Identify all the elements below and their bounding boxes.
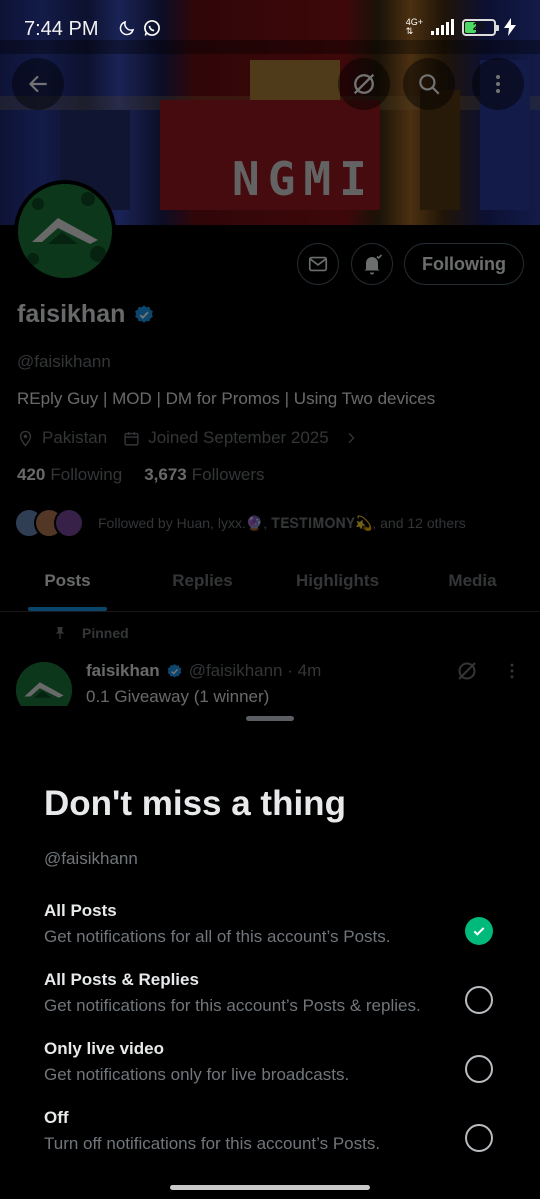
verified-badge-icon	[167, 663, 182, 678]
radio-unselected[interactable]	[465, 1124, 493, 1152]
location-icon	[19, 430, 32, 447]
followers-label: Followers	[191, 465, 265, 484]
whatsapp-icon	[144, 20, 160, 36]
profile-name-row: faisikhan	[17, 300, 155, 329]
option-all-posts-replies[interactable]: All Posts & Replies Get notifications fo…	[0, 970, 540, 1032]
signal-icon	[431, 19, 454, 35]
following-button[interactable]: Following	[404, 243, 524, 285]
network-indicator: 4G+ ⇅	[406, 18, 423, 36]
message-button[interactable]	[297, 243, 339, 285]
radio-unselected[interactable]	[465, 986, 493, 1014]
followed-by[interactable]: Followed by Huan, lyxx.🔮, 𝐓𝐄𝐒𝐓𝐈𝐌𝐎𝐍𝐘💫, an…	[14, 508, 466, 538]
screen: NGMI Following faisikhan @faisikhann REp…	[0, 0, 540, 1199]
following-stat[interactable]: 420 Following	[17, 465, 122, 485]
post-author[interactable]: faisikhan	[86, 661, 160, 681]
status-left-icons	[118, 18, 162, 38]
tab-posts[interactable]: Posts	[0, 560, 135, 611]
profile-joined: Joined September 2025	[148, 428, 329, 447]
status-time: 7:44 PM	[24, 18, 99, 40]
search-icon	[419, 74, 440, 95]
option-desc: Turn off notifications for this account’…	[44, 1134, 381, 1153]
radio-selected[interactable]	[465, 917, 493, 945]
pinned-indicator: Pinned	[52, 625, 129, 641]
battery-level: 25	[472, 21, 486, 33]
option-only-live-video[interactable]: Only live video Get notifications only f…	[0, 1039, 540, 1101]
search-button[interactable]	[403, 58, 455, 110]
option-desc: Get notifications for all of this accoun…	[44, 927, 391, 946]
back-button[interactable]	[12, 58, 64, 110]
grok-icon[interactable]	[455, 659, 479, 683]
option-title: Off	[44, 1108, 69, 1127]
pinned-label: Pinned	[82, 625, 129, 641]
notifications-button[interactable]	[351, 243, 393, 285]
bell-check-icon	[364, 254, 383, 275]
option-title: All Posts & Replies	[44, 970, 199, 989]
following-label: Following	[50, 465, 123, 484]
mail-icon	[308, 256, 328, 272]
follower-avatars	[14, 508, 84, 538]
following-count: 420	[17, 465, 46, 484]
option-off[interactable]: Off Turn off notifications for this acco…	[0, 1108, 540, 1170]
status-bar: 7:44 PM 4G+ ⇅ 25	[0, 0, 540, 60]
back-arrow-icon	[28, 75, 47, 93]
tab-media[interactable]: Media	[405, 560, 540, 611]
check-icon	[473, 927, 485, 936]
sheet-handle: @faisikhann	[44, 849, 138, 868]
more-vertical-icon[interactable]	[502, 660, 522, 682]
post-handle-time: @faisikhann · 4m	[188, 661, 322, 680]
status-right-icons: 4G+ ⇅ 25	[406, 18, 516, 36]
more-vertical-icon	[496, 75, 500, 93]
profile-name: faisikhan	[17, 300, 126, 328]
grok-icon	[353, 73, 375, 95]
charging-icon	[504, 18, 516, 36]
option-desc: Get notifications for this account’s Pos…	[44, 996, 421, 1015]
grok-button[interactable]	[338, 58, 390, 110]
chevron-right-icon[interactable]	[343, 430, 359, 446]
profile-location: Pakistan	[42, 428, 108, 447]
tab-replies[interactable]: Replies	[135, 560, 270, 611]
post-text: 0.1 Giveaway (1 winner)	[86, 687, 270, 706]
radio-unselected[interactable]	[465, 1055, 493, 1083]
data-arrows-icon: ⇅	[405, 26, 414, 36]
option-title: Only live video	[44, 1039, 164, 1058]
calendar-icon	[124, 431, 139, 446]
verified-badge-icon	[135, 304, 154, 323]
sheet-drag-handle[interactable]	[246, 716, 294, 721]
home-indicator[interactable]	[170, 1185, 370, 1190]
pin-icon	[56, 627, 64, 639]
battery-icon: 25	[462, 18, 499, 36]
post-header: faisikhan @faisikhann · 4m	[86, 661, 321, 681]
profile-stats: 420 Following 3,673 Followers	[17, 465, 264, 485]
notification-sheet: Don't miss a thing @faisikhann All Posts…	[0, 706, 540, 1199]
option-title: All Posts	[44, 901, 117, 920]
option-all-posts[interactable]: All Posts Get notifications for all of t…	[0, 901, 540, 963]
profile-bio: REply Guy | MOD | DM for Promos | Using …	[17, 389, 436, 408]
followers-count: 3,673	[144, 465, 187, 484]
banner-text: NGMI	[232, 152, 375, 206]
moon-icon	[119, 20, 135, 36]
more-button[interactable]	[472, 58, 524, 110]
avatar-image	[18, 184, 112, 278]
followed-by-text: Followed by Huan, lyxx.🔮, 𝐓𝐄𝐒𝐓𝐈𝐌𝐎𝐍𝐘💫, an…	[98, 514, 466, 531]
option-desc: Get notifications only for live broadcas…	[44, 1065, 350, 1084]
profile-avatar[interactable]	[14, 180, 116, 282]
profile-meta: Pakistan Joined September 2025	[17, 428, 359, 448]
tab-highlights[interactable]: Highlights	[270, 560, 405, 611]
profile-handle: @faisikhann	[17, 352, 111, 371]
sheet-title: Don't miss a thing	[44, 784, 346, 823]
followers-stat[interactable]: 3,673 Followers	[144, 465, 264, 485]
profile-tabs: Posts Replies Highlights Media	[0, 560, 540, 612]
